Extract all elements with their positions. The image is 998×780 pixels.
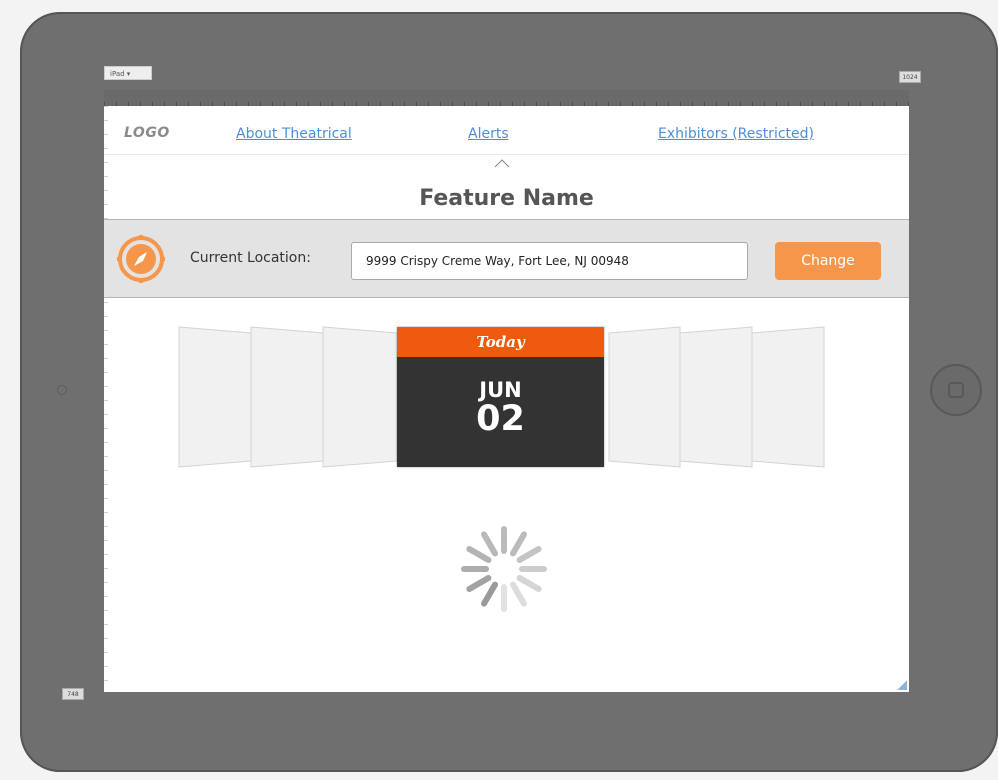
ruler-tick [104,582,108,583]
ruler-tick [104,596,108,597]
top-navigation: LOGO About Theatrical Alerts Exhibitors … [104,106,909,155]
page-title: Feature Name [419,186,594,211]
date-panel [679,326,753,468]
resize-handle[interactable] [897,680,907,690]
date-carousel: Today JUN 02 [104,321,909,471]
width-label: 1024 [899,71,921,83]
device-selector[interactable]: iPad ▾ [104,66,152,80]
date-month: JUN [479,378,522,402]
spinner-spoke [466,546,492,563]
screen: LOGO About Theatrical Alerts Exhibitors … [104,106,909,692]
spinner-spoke [510,531,527,557]
spinner-spoke [466,575,492,592]
date-panel [250,326,324,468]
location-bar: Current Location: Change [104,219,909,298]
logo[interactable]: LOGO [124,125,170,141]
height-label: 748 [62,688,84,700]
change-button[interactable]: Change [775,242,881,280]
ruler-tick [104,162,108,163]
date-panel [608,326,681,468]
ruler-tick [104,638,108,639]
spinner-spoke [481,581,498,607]
ruler-tick [104,610,108,611]
horizontal-ruler [104,90,909,107]
ruler-tick [104,568,108,569]
ruler-tick [104,512,108,513]
ruler-tick [104,554,108,555]
spinner-spoke [516,546,542,563]
ruler-tick [104,302,108,303]
ruler-tick [104,484,108,485]
nav-link-about-theatrical[interactable]: About Theatrical [236,126,352,142]
ruler-tick [104,624,108,625]
ruler-tick [104,680,108,681]
home-button[interactable] [930,364,982,416]
loading-spinner-icon [461,526,547,612]
ruler-tick [104,316,108,317]
compass-icon[interactable] [116,234,166,284]
ruler-tick [104,498,108,499]
date-day: 02 [476,399,525,439]
today-date-card[interactable]: Today JUN 02 [397,327,604,467]
nav-link-alerts[interactable]: Alerts [468,126,509,142]
spinner-spoke [481,531,498,557]
ruler-tick [104,540,108,541]
date-panel [322,326,398,468]
location-input[interactable] [351,242,748,280]
current-location-label: Current Location: [190,250,311,266]
nav-link-exhibitors[interactable]: Exhibitors (Restricted) [658,126,814,142]
camera-dot [57,385,67,395]
ruler-tick [104,526,108,527]
chevron-up-icon[interactable] [494,158,510,168]
date-panel [751,326,825,468]
ruler-tick [104,652,108,653]
spinner-spoke [510,581,527,607]
ruler-tick [104,176,108,177]
today-label: Today [397,327,604,357]
date-panel [178,326,252,468]
ruler-tick [104,666,108,667]
spinner-spoke [516,575,542,592]
